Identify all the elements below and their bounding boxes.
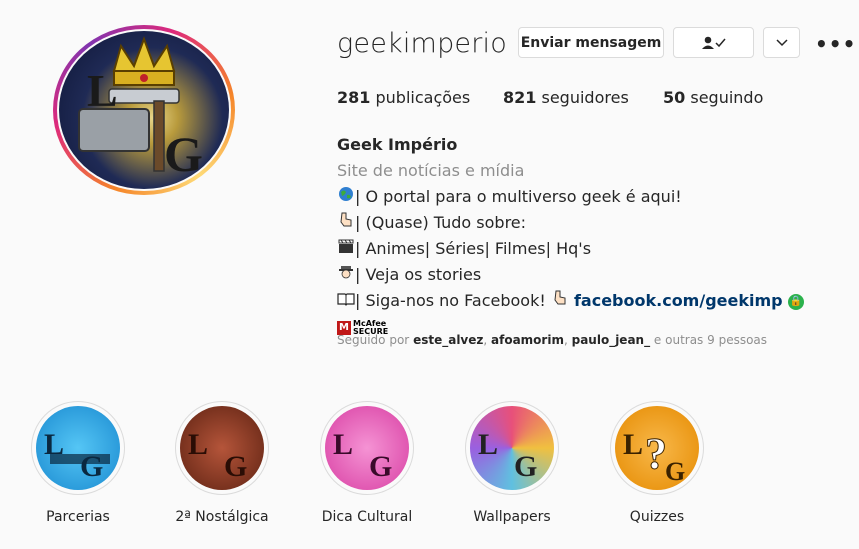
following-count: 50 (663, 88, 686, 107)
suggestions-dropdown-button[interactable] (763, 27, 800, 58)
highlight-label: Quizzes (629, 509, 685, 525)
highlight-label: Dica Cultural (321, 509, 413, 525)
follower-user[interactable]: paulo_jean_ (572, 333, 650, 347)
send-message-button[interactable]: Enviar mensagem (518, 27, 664, 58)
followers-count: 821 (503, 88, 537, 107)
profile-external-link[interactable]: facebook.com/geekimp (574, 291, 783, 310)
highlight-quizzes[interactable]: L? G Quizzes (597, 401, 717, 525)
clapperboard-icon (337, 236, 355, 262)
follower-user[interactable]: afoamorim (491, 333, 564, 347)
highlight-wallpapers[interactable]: LG Wallpapers (452, 401, 572, 525)
highlight-image: L? G (615, 406, 699, 490)
highlight-parcerias[interactable]: LG Parcerias (18, 401, 138, 525)
detective-icon (337, 262, 355, 288)
profile-stats: 281 publicações 821 seguidores 50 seguin… (337, 88, 763, 107)
highlight-label: 2ª Nostálgica (175, 509, 269, 525)
following-label: seguindo (690, 88, 764, 107)
highlight-label: Wallpapers (473, 509, 551, 525)
svg-text:?: ? (645, 429, 667, 478)
pointing-hand-icon (337, 210, 355, 236)
highlight-cover[interactable]: LG (320, 401, 414, 495)
highlight-nostalgica[interactable]: LG 2ª Nostálgica (162, 401, 282, 525)
profile-category: Site de notícias e mídia (337, 161, 525, 180)
followers-stat[interactable]: 821 seguidores (503, 88, 663, 107)
bio-line: | O portal para o multiverso geek é aqui… (337, 184, 859, 210)
profile-avatar[interactable]: L G (53, 25, 235, 195)
svg-text:L: L (623, 428, 643, 461)
svg-text:L: L (478, 428, 498, 461)
highlight-cover[interactable]: L? G (610, 401, 704, 495)
avatar-image: L G (59, 31, 229, 189)
posts-count: 281 (337, 88, 371, 107)
bio-line: | Animes| Séries| Filmes| Hq's (337, 236, 859, 262)
profile-full-name: Geek Império (337, 135, 458, 154)
bio-line: | (Quase) Tudo sobre: (337, 210, 859, 236)
posts-stat[interactable]: 281 publicações (337, 88, 503, 107)
followers-label: seguidores (541, 88, 629, 107)
user-check-icon (701, 36, 726, 49)
bio-line: | Veja os stories (337, 262, 859, 288)
followed-by-text[interactable]: Seguido por este_alvez, afoamorim, paulo… (337, 333, 767, 347)
highlight-dica-cultural[interactable]: LG Dica Cultural (307, 401, 427, 525)
following-button[interactable] (673, 27, 754, 58)
globe-icon (337, 184, 355, 210)
svg-text:G: G (224, 450, 247, 483)
posts-label: publicações (375, 88, 471, 107)
highlight-image: LG (180, 406, 264, 490)
svg-text:G: G (514, 450, 537, 483)
highlight-cover[interactable]: LG (175, 401, 269, 495)
svg-text:G: G (665, 457, 685, 486)
svg-text:L: L (333, 428, 353, 461)
profile-username: geekimperio (337, 28, 507, 59)
highlight-cover[interactable]: LG (465, 401, 559, 495)
following-stat[interactable]: 50 seguindo (663, 88, 763, 107)
profile-bio: Geek Império Site de notícias e mídia | … (337, 132, 859, 340)
lock-icon: 🔒 (787, 293, 804, 310)
highlight-label: Parcerias (46, 509, 110, 525)
svg-text:L: L (188, 428, 208, 461)
chevron-down-icon (775, 38, 788, 46)
book-icon (337, 288, 355, 314)
highlight-cover[interactable]: LG (31, 401, 125, 495)
highlight-image: LG (36, 406, 120, 490)
geek-imperio-logo-icon: L G (78, 36, 203, 182)
svg-text:G: G (369, 450, 392, 483)
more-options-icon[interactable]: ••• (815, 32, 856, 56)
follower-user[interactable]: este_alvez (413, 333, 483, 347)
highlight-image: LG (470, 406, 554, 490)
pointing-hand-icon (551, 288, 569, 314)
highlight-image: LG (325, 406, 409, 490)
svg-text:L: L (87, 65, 118, 116)
